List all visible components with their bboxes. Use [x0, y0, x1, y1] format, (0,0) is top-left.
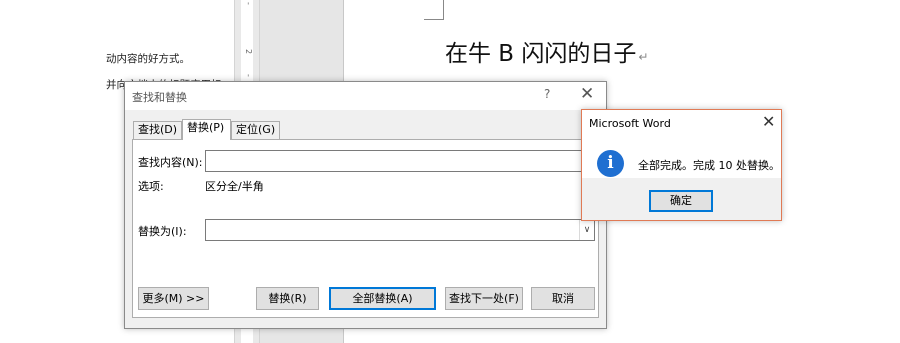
dialog-titlebar[interactable]: 查找和替换 ? ✕ — [125, 82, 606, 110]
message-text: 全部完成。完成 10 处替换。 — [638, 159, 780, 172]
ok-button[interactable]: 确定 — [649, 190, 713, 212]
ruler-tick: 2 — [244, 49, 253, 55]
message-footer: 确定 — [582, 178, 781, 220]
page-margin-corner — [424, 0, 444, 20]
document-text-line: 动内容的好方式。 — [106, 53, 190, 65]
tab-replace[interactable]: 替换(P) — [182, 119, 231, 140]
tab-goto[interactable]: 定位(G) — [231, 121, 280, 139]
options-label: 选项: — [138, 180, 164, 193]
replace-button[interactable]: 替换(R) — [256, 287, 319, 310]
ruler-tick: - — [244, 2, 253, 5]
tab-find[interactable]: 查找(D) — [133, 121, 182, 139]
message-box: Microsoft Word ✕ i 全部完成。完成 10 处替换。 确定 — [581, 109, 782, 221]
find-next-button[interactable]: 查找下一处(F) — [445, 287, 523, 310]
replace-all-button[interactable]: 全部替换(A) — [329, 287, 436, 310]
find-label: 查找内容(N): — [138, 156, 203, 169]
replace-input[interactable]: ∨ — [205, 219, 595, 241]
options-value: 区分全/半角 — [205, 180, 264, 193]
close-icon[interactable]: ✕ — [580, 84, 594, 104]
cancel-button[interactable]: 取消 — [531, 287, 595, 310]
dialog-title: 查找和替换 — [132, 91, 187, 104]
chevron-down-icon[interactable]: ∨ — [579, 220, 594, 240]
info-icon: i — [597, 150, 624, 177]
close-icon[interactable]: ✕ — [762, 112, 775, 132]
ruler-tick: - — [244, 74, 253, 77]
message-body: i 全部完成。完成 10 处替换。 — [582, 136, 781, 178]
message-box-titlebar[interactable]: Microsoft Word ✕ — [582, 110, 781, 136]
find-replace-dialog: 查找和替换 ? ✕ 查找(D) 替换(P) 定位(G) 查找内容(N): 选项:… — [124, 81, 607, 329]
message-box-title: Microsoft Word — [589, 117, 671, 130]
replace-label: 替换为(I): — [138, 225, 187, 238]
more-button[interactable]: 更多(M) >> — [138, 287, 209, 310]
replace-tab-panel: 查找内容(N): 选项: 区分全/半角 替换为(I): ∨ 更多(M) >> 替… — [132, 139, 599, 318]
document-heading[interactable]: 在牛 B 闪闪的日子 ↵ — [445, 34, 648, 68]
paragraph-mark-icon: ↵ — [638, 50, 649, 64]
find-input[interactable] — [205, 150, 595, 172]
heading-text: 在牛 B 闪闪的日子 — [445, 41, 637, 67]
help-icon[interactable]: ? — [544, 87, 550, 101]
